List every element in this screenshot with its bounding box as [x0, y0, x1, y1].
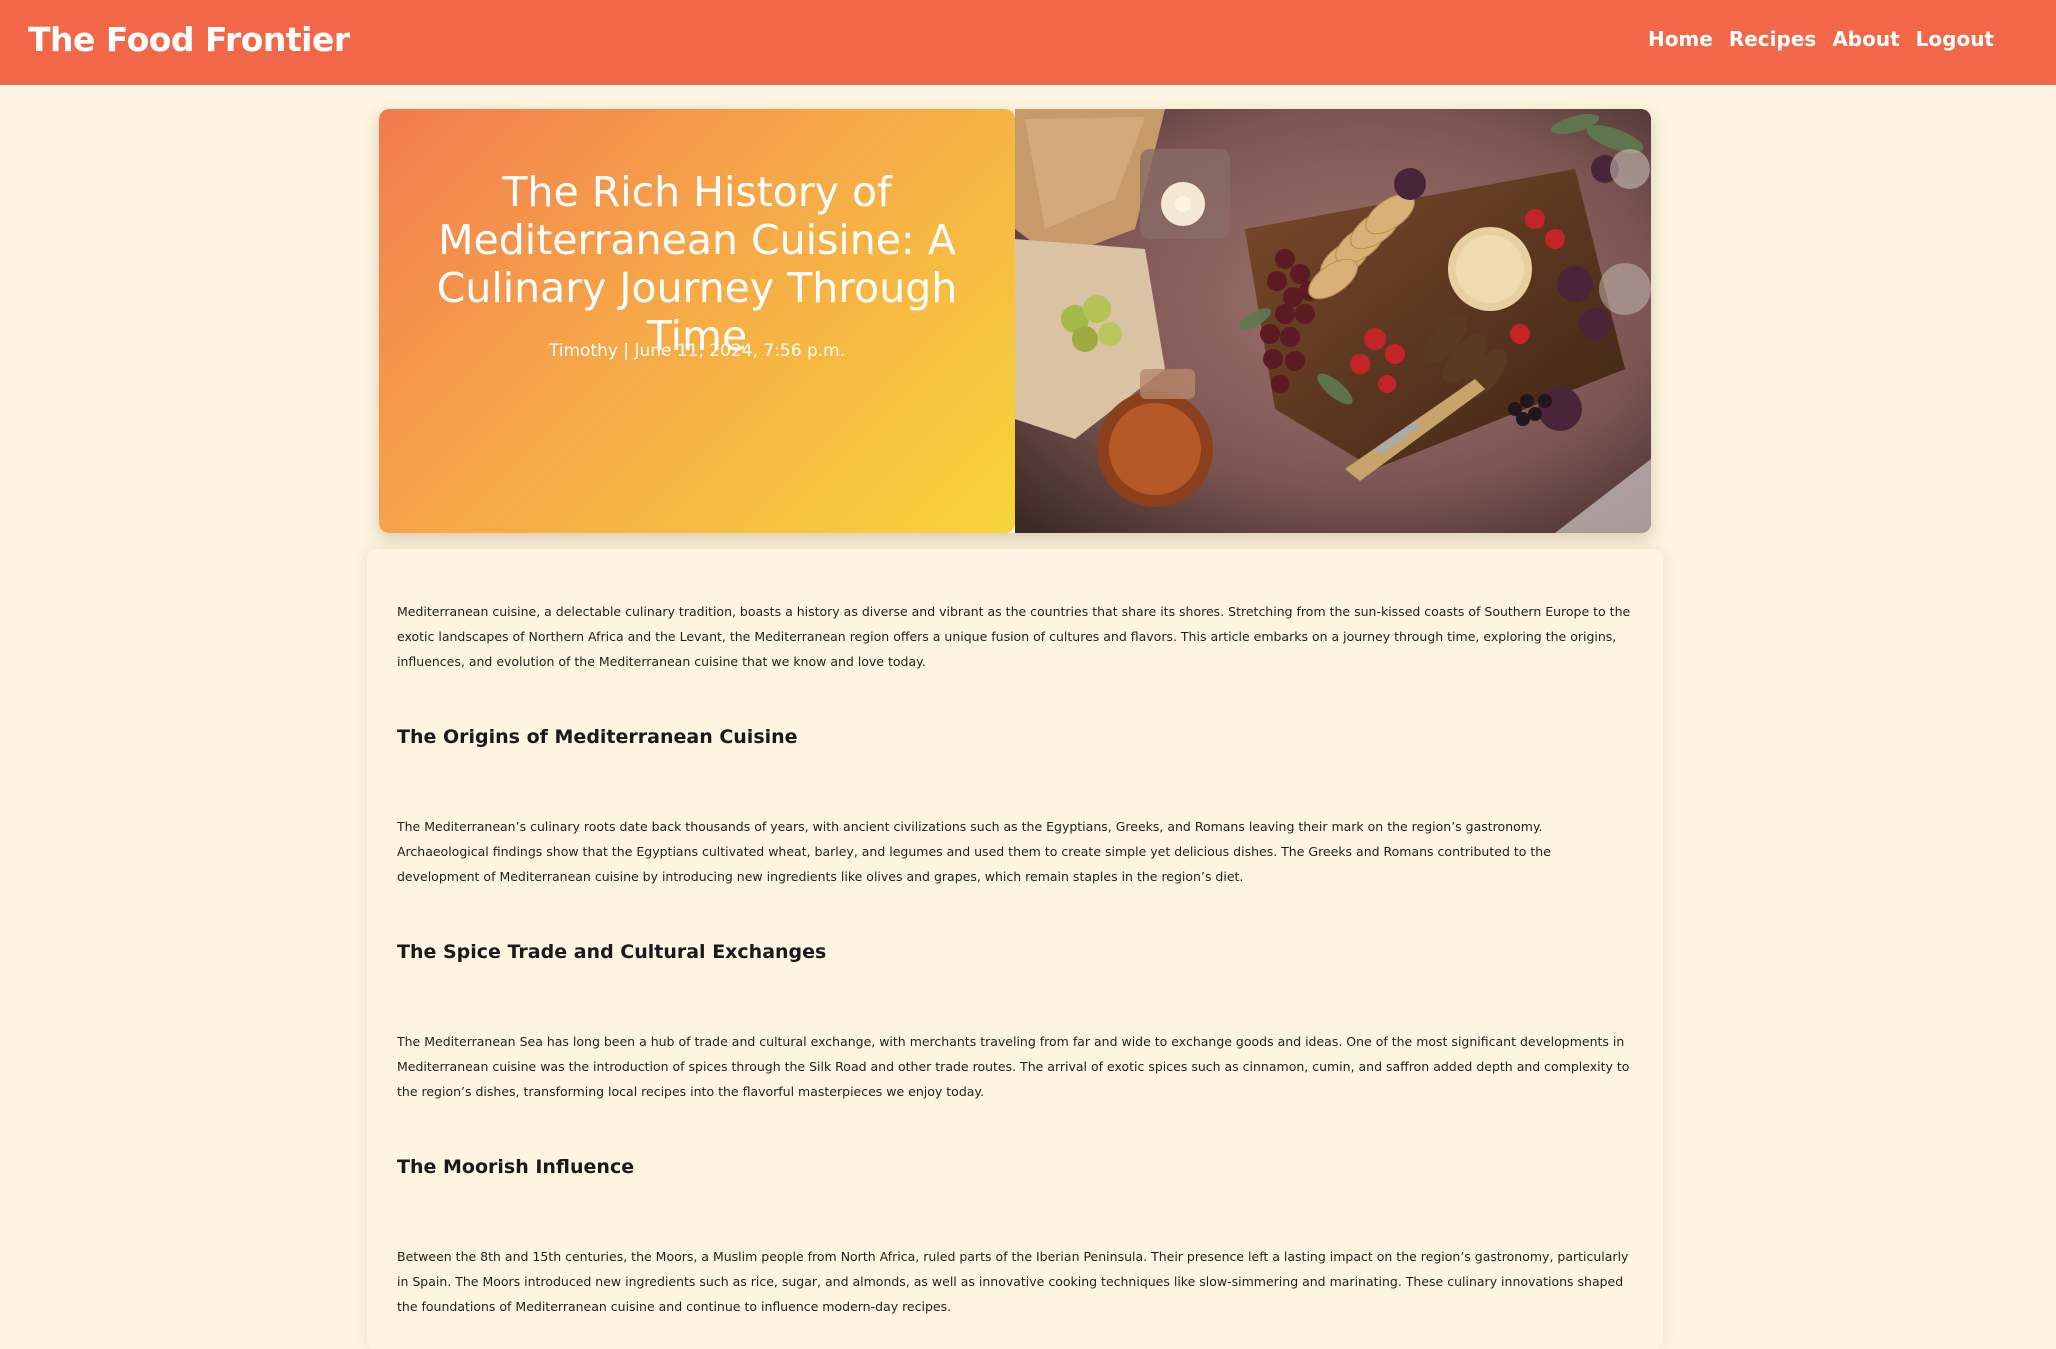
section-paragraph: The Mediterranean’s culinary roots date … — [397, 819, 1551, 884]
site-header: The Food Frontier Home Recipes About Log… — [0, 0, 2056, 85]
section-heading: The Origins of Mediterranean Cuisine — [397, 726, 798, 748]
article-body: Mediterranean cuisine, a delectable culi… — [367, 549, 1663, 1349]
main-nav: Home Recipes About Logout — [1648, 27, 1994, 51]
site-logo[interactable]: The Food Frontier — [28, 20, 350, 59]
nav-recipes-link[interactable]: Recipes — [1729, 27, 1816, 51]
food-spread-image — [1015, 109, 1651, 533]
nav-logout-link[interactable]: Logout — [1916, 27, 1994, 51]
hero-title-panel: The Rich History of Mediterranean Cuisin… — [379, 109, 1015, 533]
section-paragraph: The Mediterranean Sea has long been a hu… — [397, 1034, 1630, 1099]
article-title: The Rich History of Mediterranean Cuisin… — [436, 168, 958, 361]
section-heading: The Spice Trade and Cultural Exchanges — [397, 941, 827, 963]
nav-home-link[interactable]: Home — [1648, 27, 1713, 51]
hero-image — [1015, 109, 1651, 533]
nav-about-link[interactable]: About — [1832, 27, 1899, 51]
article-hero: The Rich History of Mediterranean Cuisin… — [379, 109, 1651, 533]
article-intro: Mediterranean cuisine, a delectable culi… — [397, 604, 1631, 669]
section-heading: The Moorish Influence — [397, 1156, 635, 1178]
section-paragraph: Between the 8th and 15th centuries, the … — [397, 1249, 1629, 1314]
article-meta: Timothy | June 11, 2024, 7:56 p.m. — [548, 341, 846, 361]
